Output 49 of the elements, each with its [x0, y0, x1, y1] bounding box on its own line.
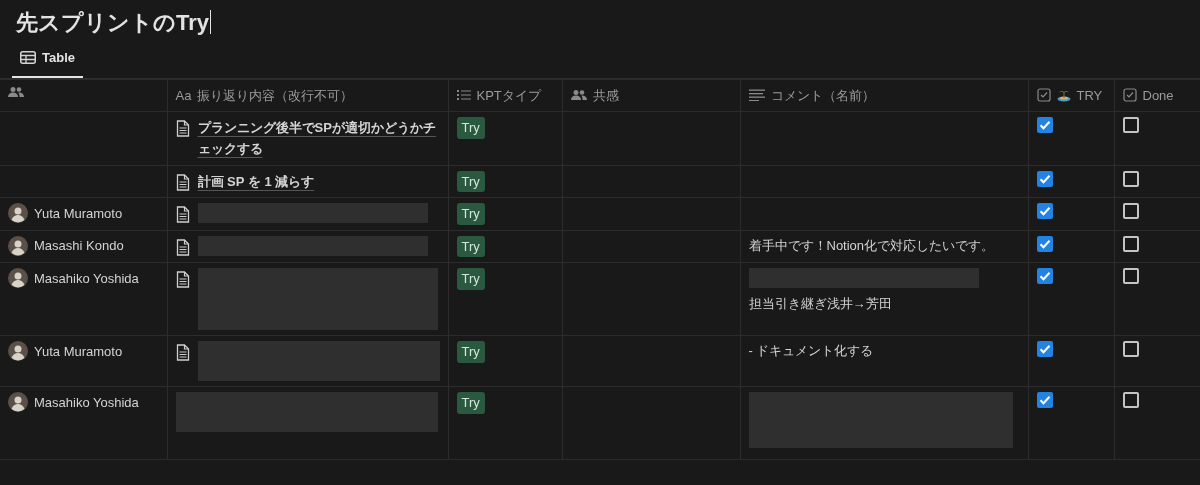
title-type-marker: Aa — [175, 86, 192, 105]
checkbox[interactable] — [1036, 341, 1053, 358]
person-name: Yuta Muramoto — [34, 204, 123, 223]
view-tab[interactable]: Table — [12, 42, 83, 78]
avatar-icon — [8, 392, 28, 413]
kpt-tag: Try — [456, 170, 485, 193]
checkbox[interactable] — [1036, 235, 1053, 252]
checkbox[interactable] — [1036, 117, 1053, 133]
text-lines-icon — [748, 89, 765, 102]
column-header[interactable]: 振り返り内容（改行不可） — [197, 85, 354, 105]
checkbox[interactable] — [1036, 170, 1053, 187]
table-icon — [20, 51, 36, 65]
avatar-icon — [8, 341, 28, 362]
checkbox-icon — [1122, 88, 1137, 103]
column-header[interactable]: 共感 — [592, 85, 619, 105]
avatar-icon — [8, 268, 28, 289]
kpt-tag: Try — [456, 235, 485, 258]
kpt-tag: Try — [456, 341, 485, 363]
comment-text: 担当引き継ぎ浅井→芳田 — [748, 295, 893, 314]
checkbox[interactable] — [1122, 170, 1139, 187]
kpt-tag: Try — [456, 203, 485, 225]
checkbox[interactable] — [1036, 203, 1053, 220]
checkbox[interactable] — [1036, 268, 1053, 285]
checkbox[interactable] — [1122, 341, 1139, 358]
checkbox[interactable] — [1122, 117, 1139, 133]
column-header[interactable]: TRY — [1076, 85, 1103, 105]
page-title: 先スプリントのTry — [16, 8, 210, 37]
avatar-icon — [8, 235, 28, 256]
person-name: Masahiko Yoshida — [34, 269, 139, 288]
comment-text: 着手中です！Notion化で対応したいです。 — [748, 236, 996, 255]
people-icon — [8, 85, 24, 98]
kpt-tag: Try — [456, 117, 485, 139]
checkbox[interactable] — [1036, 392, 1053, 409]
checkbox[interactable] — [1122, 235, 1139, 252]
checkbox[interactable] — [1122, 268, 1139, 285]
text-cursor — [210, 10, 212, 34]
list-icon — [456, 89, 471, 102]
checkbox[interactable] — [1122, 203, 1139, 220]
people-icon — [570, 89, 587, 102]
kpt-tag: Try — [456, 392, 485, 414]
person-name: Masahiko Yoshida — [34, 393, 139, 412]
comment-text: - ドキュメント化する — [748, 342, 875, 361]
palm-island-icon — [1056, 88, 1071, 103]
checkbox[interactable] — [1122, 392, 1139, 409]
kpt-tag: Try — [456, 268, 485, 290]
person-name: Masashi Kondo — [34, 237, 124, 256]
checkbox-icon — [1036, 88, 1051, 103]
avatar-icon — [8, 203, 28, 224]
person-name: Yuta Muramoto — [34, 342, 123, 361]
